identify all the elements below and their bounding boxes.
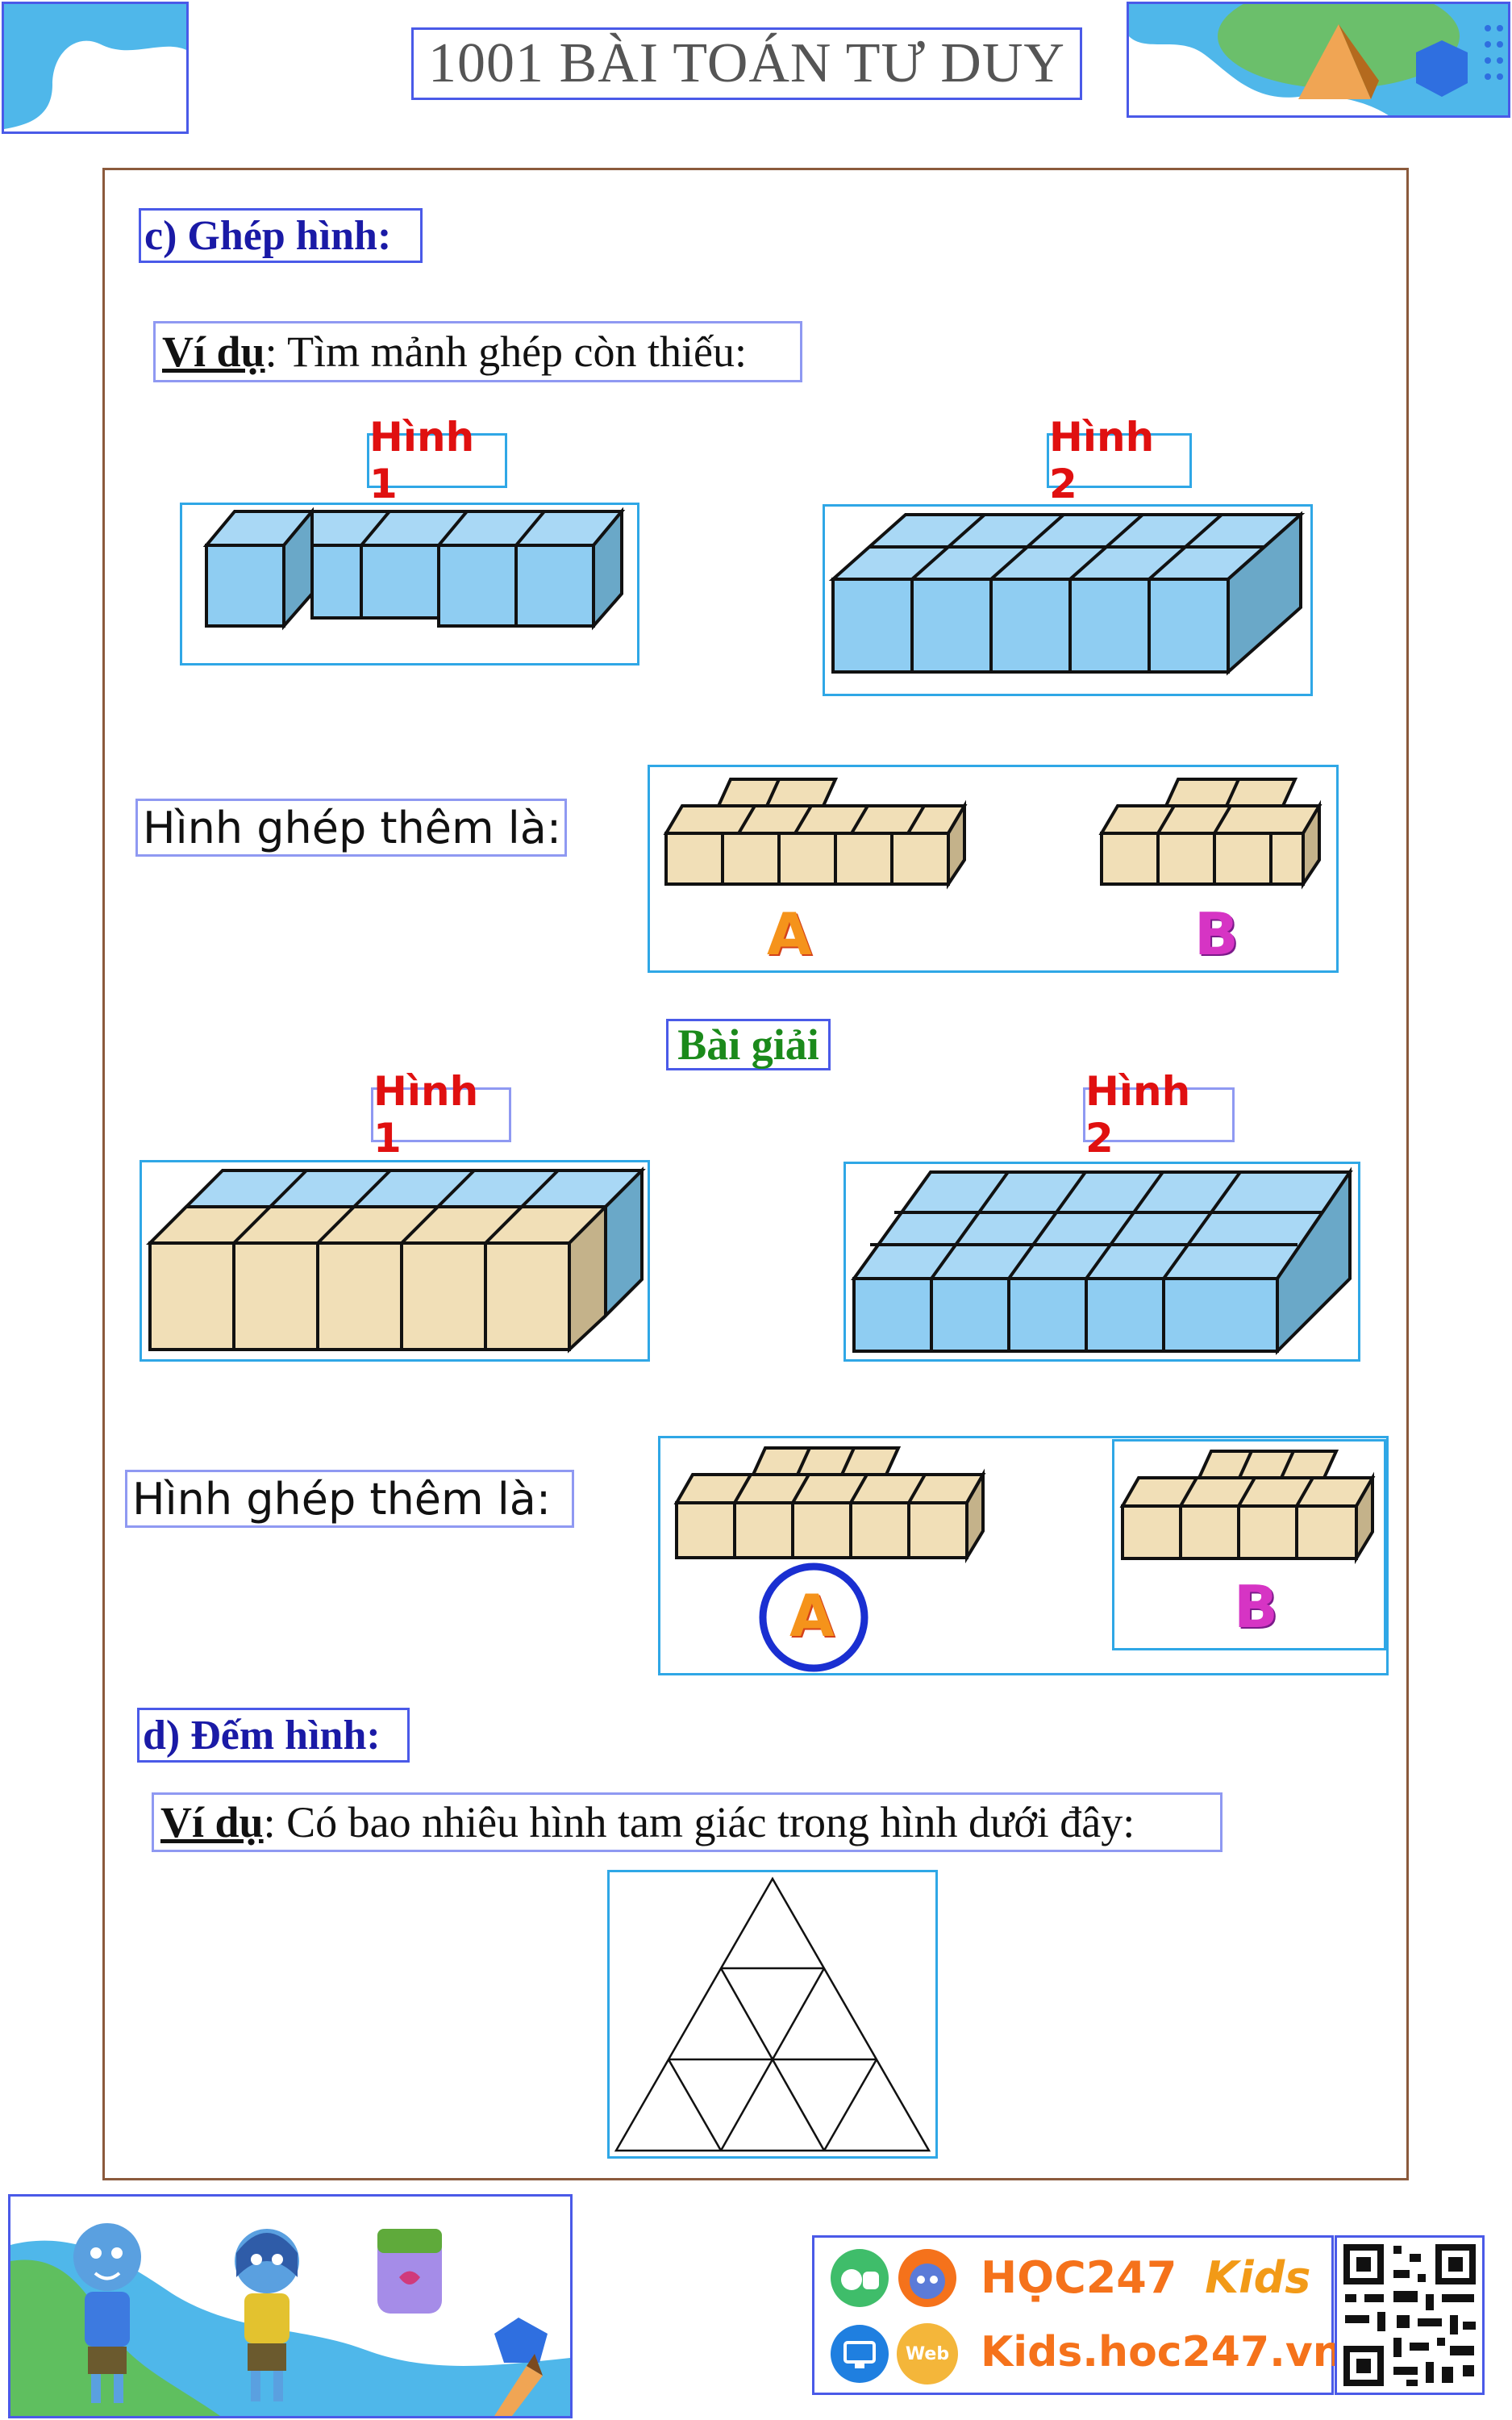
solution-option-b-box[interactable]: B bbox=[1112, 1439, 1386, 1650]
qr-code-icon[interactable] bbox=[1335, 2235, 1485, 2395]
section-d-title: d) Đếm hình: bbox=[143, 1712, 381, 1759]
web-icon[interactable]: Web bbox=[897, 2323, 958, 2385]
solution-figure-2 bbox=[843, 1162, 1360, 1362]
triangle-figure bbox=[607, 1870, 938, 2159]
question-solution-label: Hình ghép thêm là: bbox=[132, 1473, 552, 1525]
fig1-caption: Hình 1 bbox=[369, 414, 475, 507]
example-label: Ví dụ bbox=[162, 328, 265, 376]
solution-fig1-caption-box: Hình 1 bbox=[371, 1068, 511, 1162]
fox-mascot-icon[interactable] bbox=[897, 2247, 958, 2309]
options-solution-box: A B bbox=[658, 1436, 1389, 1675]
section-c-example: Ví dụ: Tìm mảnh ghép còn thiếu: bbox=[153, 321, 802, 382]
fig2-caption-box: Hình 2 bbox=[1047, 414, 1192, 507]
question-c-label-box: Hình ghép thêm là: bbox=[135, 799, 567, 857]
section-d-example: Ví dụ: Có bao nhiêu hình tam giác trong … bbox=[152, 1792, 1223, 1852]
solution-fig2-caption-box: Hình 2 bbox=[1083, 1068, 1235, 1162]
section-c-title-box: c) Ghép hình: bbox=[139, 208, 423, 263]
section-d-example-label: Ví dụ bbox=[160, 1798, 264, 1846]
footer-brand-panel: HỌC247 Kids Web Kids.hoc247.vn bbox=[812, 2235, 1343, 2395]
option-a-piece bbox=[663, 778, 968, 890]
option-c-b-letter[interactable]: B bbox=[1194, 900, 1239, 968]
question-c-label: Hình ghép thêm là: bbox=[143, 802, 562, 853]
solution-option-a-piece bbox=[673, 1446, 986, 1564]
header-right-decoration bbox=[1127, 2, 1510, 118]
brand-main: HỌC247 bbox=[981, 2252, 1177, 2303]
section-c-title: c) Ghép hình: bbox=[144, 212, 392, 259]
figure-1-blue-blocks bbox=[180, 503, 639, 666]
solution-figure-1 bbox=[140, 1160, 650, 1362]
fig2-caption: Hình 2 bbox=[1049, 414, 1155, 507]
pentagon-icon bbox=[494, 2318, 548, 2363]
monitor-icon[interactable] bbox=[829, 2323, 890, 2385]
footer-left-illustration bbox=[8, 2194, 573, 2418]
question-solution-label-box: Hình ghép thêm là: bbox=[125, 1470, 574, 1528]
fig1-caption-box: Hình 1 bbox=[367, 414, 507, 507]
apple-android-icon[interactable] bbox=[829, 2247, 890, 2309]
solution-fig1-caption: Hình 1 bbox=[373, 1068, 479, 1162]
section-d-title-box: d) Đếm hình: bbox=[137, 1708, 410, 1763]
solution-title: Bài giải bbox=[677, 1020, 819, 1069]
brand-kids: Kids bbox=[1205, 2252, 1311, 2303]
backpack-icon bbox=[377, 2229, 442, 2314]
options-c-box: A B bbox=[648, 765, 1339, 973]
page-header-title: 1001 BÀI TOÁN TƯ DUY bbox=[411, 27, 1082, 100]
option-b-piece bbox=[1098, 778, 1322, 890]
section-d-example-text: : Có bao nhiêu hình tam giác trong hình … bbox=[263, 1798, 1135, 1846]
solution-fig2-caption: Hình 2 bbox=[1085, 1068, 1191, 1162]
solution-title-box: Bài giải bbox=[666, 1019, 831, 1070]
header-left-decoration bbox=[2, 2, 189, 134]
figure-2-blue-blocks bbox=[823, 504, 1313, 696]
example-text: : Tìm mảnh ghép còn thiếu: bbox=[264, 328, 747, 376]
option-solution-b-letter[interactable]: B bbox=[1234, 1573, 1278, 1641]
brand-name[interactable]: HỌC247 Kids bbox=[981, 2252, 1310, 2303]
option-solution-a-letter[interactable]: A bbox=[789, 1582, 835, 1650]
option-c-a-letter[interactable]: A bbox=[767, 900, 812, 968]
site-url[interactable]: Kids.hoc247.vn bbox=[981, 2328, 1343, 2376]
